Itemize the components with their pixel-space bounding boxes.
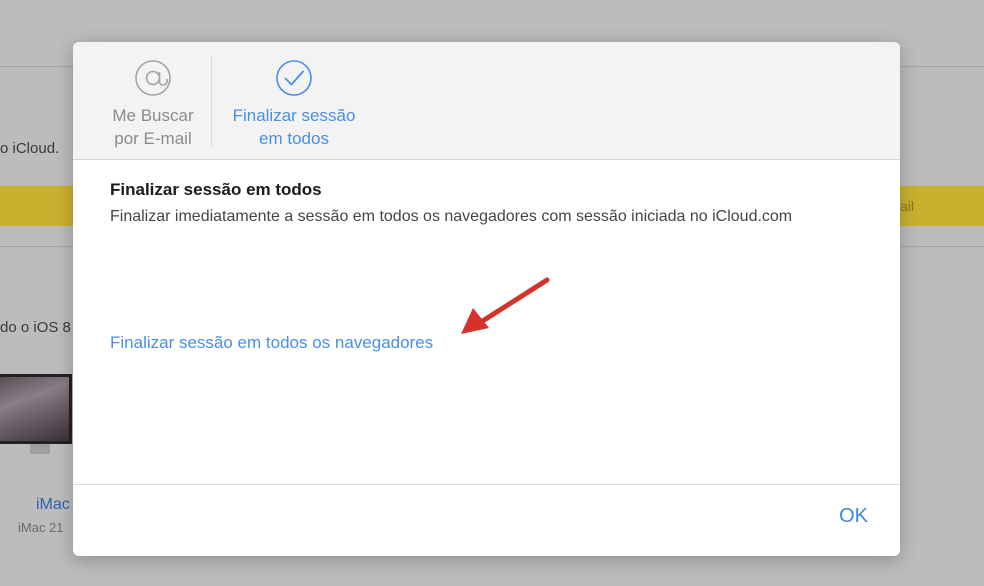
background-text-icloud: o iCloud. — [0, 140, 60, 157]
ok-button[interactable]: OK — [839, 505, 868, 528]
account-settings-dialog: Me Buscar por E-mail Finalizar sessão em… — [73, 42, 900, 556]
background-text-email: ail — [899, 198, 914, 214]
imac-image — [0, 368, 72, 454]
section-description: Finalizar imediatamente a sessão em todo… — [110, 208, 793, 225]
imac-screen — [0, 374, 72, 444]
device-name-link[interactable]: iMac — [36, 496, 70, 514]
checkmark-circle-icon — [276, 60, 312, 96]
dialog-toolbar: Me Buscar por E-mail Finalizar sessão em… — [73, 42, 900, 160]
tab-label: Finalizar sessão em todos — [232, 106, 356, 148]
background-text-ios: do o iOS 8 — [0, 319, 71, 336]
tab-divider — [211, 56, 212, 148]
dialog-footer: OK — [73, 484, 900, 556]
annotation-arrow-icon — [461, 277, 550, 334]
section-title: Finalizar sessão em todos — [110, 180, 322, 199]
at-sign-icon — [135, 60, 171, 96]
tab-label: Me Buscar por E-mail — [112, 106, 194, 148]
sign-out-all-browsers-link[interactable]: Finalizar sessão em todos os navegadores — [110, 333, 433, 353]
device-model-text: iMac 21 — [18, 520, 64, 535]
dialog-content: Finalizar sessão em todos Finalizar imed… — [110, 180, 870, 228]
tab-sign-out-all[interactable]: Finalizar sessão em todos — [217, 42, 371, 159]
imac-stand — [30, 444, 50, 454]
tab-find-by-email[interactable]: Me Buscar por E-mail — [95, 42, 211, 159]
